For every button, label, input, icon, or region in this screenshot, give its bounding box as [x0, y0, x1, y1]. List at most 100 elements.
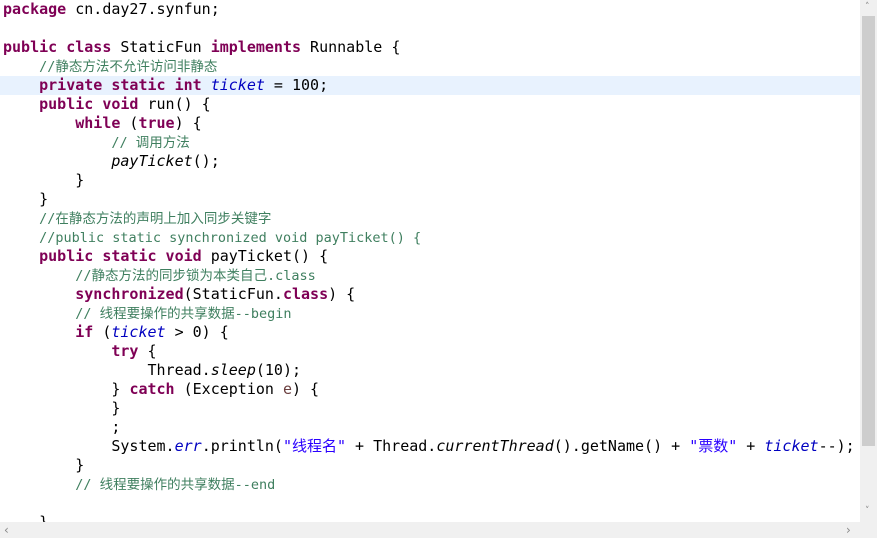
- code-token: ) {: [292, 380, 320, 398]
- horizontal-scrollbar[interactable]: ‹ ›: [0, 522, 877, 538]
- keyword-token: try: [111, 342, 139, 360]
- code-token: .println(: [201, 437, 283, 455]
- code-line[interactable]: Thread.sleep(10);: [3, 361, 301, 380]
- code-line[interactable]: ;: [3, 418, 120, 437]
- code-line[interactable]: //在静态方法的声明上加入同步关键字: [3, 209, 271, 228]
- comment-token: //静态方法不允许访问非静态: [39, 59, 218, 75]
- code-token: Thread.: [3, 361, 211, 379]
- field-token: ticket: [210, 76, 265, 94]
- code-token: payTicket() {: [201, 247, 329, 265]
- code-line[interactable]: if (ticket > 0) {: [3, 323, 229, 342]
- code-line[interactable]: }: [3, 513, 48, 522]
- code-line[interactable]: private static int ticket = 100;: [0, 76, 860, 95]
- code-line[interactable]: //静态方法的同步锁为本类自己.class: [3, 266, 316, 285]
- keyword-token: public static void: [39, 247, 202, 265]
- code-token: StaticFun: [111, 38, 211, 56]
- code-line[interactable]: }: [3, 456, 84, 475]
- code-line[interactable]: // 调用方法: [3, 133, 190, 152]
- code-line[interactable]: } catch (Exception e) {: [3, 380, 319, 399]
- code-line[interactable]: public static void payTicket() {: [3, 247, 328, 266]
- method-token: sleep: [210, 361, 256, 379]
- code-token: (: [120, 114, 139, 132]
- vertical-scroll-thumb[interactable]: [862, 16, 875, 446]
- code-line[interactable]: }: [3, 171, 84, 190]
- field-token: err: [174, 437, 202, 455]
- code-line[interactable]: //public static synchronized void payTic…: [3, 228, 421, 247]
- code-token: System.: [3, 437, 175, 455]
- string-token: "票数": [689, 437, 738, 455]
- scroll-up-arrow-icon[interactable]: ˄: [865, 2, 870, 12]
- method-token: payTicket: [111, 152, 193, 170]
- code-line[interactable]: public class StaticFun implements Runnab…: [3, 38, 400, 57]
- scroll-down-arrow-icon[interactable]: ˅: [865, 506, 870, 516]
- comment-token: //静态方法的同步锁为本类自己.class: [75, 268, 316, 284]
- code-token: }: [3, 456, 85, 474]
- comment-token: // 线程要操作的共享数据--end: [75, 477, 276, 493]
- keyword-token: catch: [129, 380, 175, 398]
- method-token: currentThread: [436, 437, 554, 455]
- code-token: {: [138, 342, 157, 360]
- code-line[interactable]: payTicket();: [3, 152, 220, 171]
- code-token: }: [3, 513, 49, 522]
- field-token: ticket: [764, 437, 819, 455]
- code-editor[interactable]: package cn.day27.synfun; public class Sta…: [0, 0, 860, 522]
- keyword-token: true: [138, 114, 175, 132]
- code-token: ;: [3, 418, 121, 436]
- scroll-left-arrow-icon[interactable]: ‹: [4, 523, 9, 537]
- code-token: (: [93, 323, 112, 341]
- keyword-token: private static int: [39, 76, 202, 94]
- code-token: }: [3, 399, 121, 417]
- code-token: Runnable {: [301, 38, 401, 56]
- code-line[interactable]: package cn.day27.synfun;: [3, 0, 220, 19]
- code-token: ();: [192, 152, 220, 170]
- vertical-scrollbar[interactable]: ˄ ˅: [860, 0, 877, 522]
- scroll-right-arrow-icon[interactable]: ›: [846, 523, 851, 537]
- code-token: }: [3, 171, 85, 189]
- code-token: + Thread.: [346, 437, 437, 455]
- code-token: ) {: [174, 114, 202, 132]
- keyword-token: public class: [3, 38, 112, 56]
- keyword-token: if: [75, 323, 94, 341]
- code-line[interactable]: }: [3, 190, 48, 209]
- code-token: run() {: [138, 95, 211, 113]
- code-token: = 100;: [264, 76, 329, 94]
- variable-token: e: [282, 380, 292, 398]
- comment-token: // 调用方法: [111, 135, 190, 151]
- comment-token: //在静态方法的声明上加入同步关键字: [39, 211, 272, 227]
- keyword-token: class: [282, 285, 329, 303]
- code-token: > 0) {: [165, 323, 229, 341]
- code-token: ) {: [328, 285, 356, 303]
- code-line[interactable]: //静态方法不允许访问非静态: [3, 57, 217, 76]
- code-line[interactable]: try {: [3, 342, 157, 361]
- code-line[interactable]: // 线程要操作的共享数据--end: [3, 475, 275, 494]
- code-line[interactable]: public void run() {: [3, 95, 211, 114]
- code-line[interactable]: }: [3, 399, 120, 418]
- string-token: "线程名": [282, 437, 347, 455]
- code-line[interactable]: while (true) {: [3, 114, 202, 133]
- comment-token: // 线程要操作的共享数据--begin: [75, 306, 292, 322]
- field-token: ticket: [111, 323, 166, 341]
- code-line[interactable]: synchronized(StaticFun.class) {: [3, 285, 355, 304]
- comment-token: //public static synchronized void payTic…: [39, 230, 422, 246]
- code-token: +: [737, 437, 765, 455]
- code-line[interactable]: System.err.println("线程名" + Thread.curren…: [3, 437, 854, 456]
- code-line[interactable]: // 线程要操作的共享数据--begin: [3, 304, 292, 323]
- code-token: (StaticFun.: [183, 285, 283, 303]
- code-token: (Exception: [174, 380, 283, 398]
- code-token: (10);: [255, 361, 302, 379]
- keyword-token: package: [3, 0, 67, 18]
